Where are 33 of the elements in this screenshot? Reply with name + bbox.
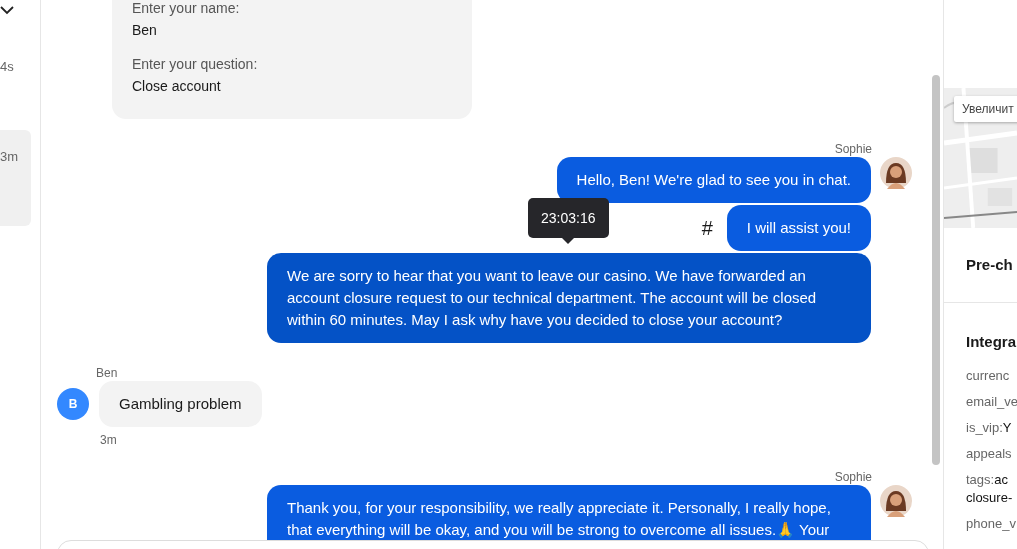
- section-title: Pre-ch: [966, 255, 1013, 275]
- message-time: 3m: [100, 433, 117, 447]
- conversation-item[interactable]: 3m: [0, 130, 31, 226]
- message-bubble: I will assist you!: [726, 205, 871, 251]
- message-bubble: Thank you, for your responsibility, we really appreciate it. Personally, I really hope, that everything will be okay, and you will be strong to overcome all issues.🙏 Your: [267, 485, 871, 540]
- section-title: Integra: [966, 332, 1016, 352]
- message-bubble: Gambling problem: [99, 381, 262, 427]
- message-bubble: Hello, Ben! We're glad to see you in chat.: [556, 157, 871, 203]
- attribute-row: is_vip:Y: [966, 419, 1012, 437]
- timestamp-tooltip: 23:03:16: [528, 198, 609, 238]
- attribute-row: email_ve: [966, 393, 1017, 411]
- author-name: Sophie: [834, 141, 872, 157]
- tooltip-pointer: [562, 238, 575, 244]
- field-value: Ben: [132, 21, 158, 40]
- visitor-avatar: B: [57, 388, 89, 420]
- attribute-row: tags:ac: [966, 471, 1008, 489]
- hash-mark: #: [701, 216, 713, 240]
- avatar-icon: [880, 485, 912, 517]
- field-label: Enter your name:: [132, 0, 241, 18]
- author-name: Ben: [96, 365, 118, 381]
- message-bubble: We are sorry to hear that you want to leave our casino. We have forwarded an account closure request to our technical department. The account will be closed within 60 minutes. May I ask why have you decided to close your account?: [267, 253, 871, 343]
- field-label: Enter your question:: [132, 55, 259, 74]
- conversation-item[interactable]: 4s: [0, 59, 14, 74]
- scrollbar[interactable]: [932, 75, 940, 465]
- attribute-value: closure-: [966, 489, 1013, 507]
- attribute-row: phone_v: [966, 515, 1016, 533]
- field-value: Close account: [132, 77, 222, 96]
- avatar-icon: [880, 157, 912, 189]
- attribute-row: appeals: [966, 445, 1012, 463]
- chevron-down-icon[interactable]: [0, 6, 14, 15]
- author-name: Sophie: [834, 469, 872, 485]
- zoom-button[interactable]: Увеличит: [954, 96, 1017, 122]
- attribute-row: currenc: [966, 367, 1010, 385]
